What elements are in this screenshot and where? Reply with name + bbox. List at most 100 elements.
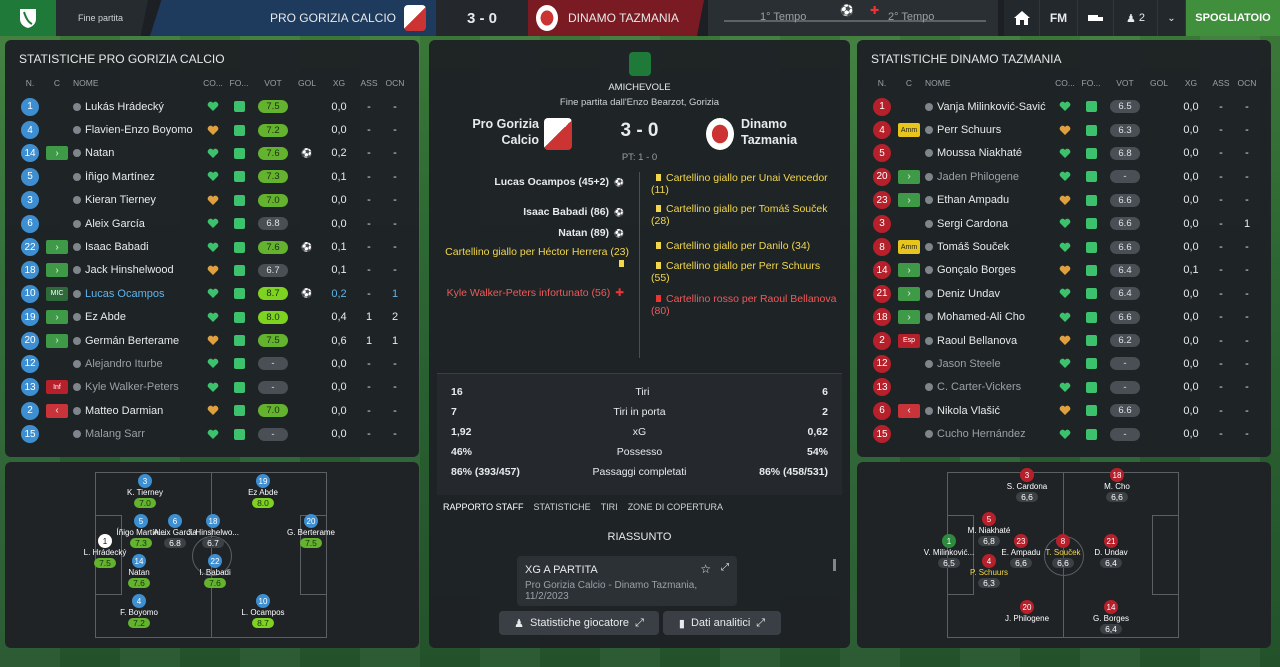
pitch-player[interactable]: 14 G. Borges 6,4 (1083, 600, 1139, 634)
player-name[interactable]: Isaac Babadi (73, 241, 201, 253)
col-vot[interactable]: VOT (253, 78, 293, 88)
player-row[interactable]: 12 Alejandro Iturbe - 0,0 - - (5, 352, 419, 375)
col-ass[interactable]: ASS (1209, 78, 1233, 88)
chevron-down-icon[interactable]: ⌄ (1158, 0, 1186, 36)
tab-statistiche[interactable]: STATISTICHE (534, 502, 591, 512)
pitch-player[interactable]: 18 J. Hinshelwo... 6.7 (185, 514, 241, 548)
player-row[interactable]: 1 Vanja Milinković-Savić 6.5 0,0 - - (857, 95, 1271, 118)
player-row[interactable]: 3 Sergi Cardona 6.6 0,0 - 1 (857, 212, 1271, 235)
col-c[interactable]: C (41, 78, 73, 88)
player-row[interactable]: 14 › Gonçalo Borges 6.4 0,1 - - (857, 259, 1271, 282)
col-fo[interactable]: FO... (225, 78, 253, 88)
player-name[interactable]: Raoul Bellanova (925, 335, 1053, 347)
club-logo-icon[interactable] (0, 0, 56, 36)
player-name[interactable]: Perr Schuurs (925, 124, 1053, 136)
pitch-player[interactable]: 14 Natan 7.6 (111, 554, 167, 588)
scrollbar[interactable] (833, 559, 836, 571)
player-row[interactable]: 15 Cucho Hernández - 0,0 - - (857, 422, 1271, 445)
col-gol[interactable]: GOL (1145, 78, 1173, 88)
player-name[interactable]: Kyle Walker-Peters (73, 381, 201, 393)
player-name[interactable]: Germán Berterame (73, 335, 201, 347)
pitch-player[interactable]: 18 M. Cho 6,6 (1089, 468, 1145, 502)
player-name[interactable]: Natan (73, 147, 201, 159)
player-name[interactable]: Lukás Hrádecký (73, 101, 201, 113)
player-row[interactable]: 3 Kieran Tierney 7.0 0,0 - - (5, 189, 419, 212)
player-name[interactable]: Ez Abde (73, 311, 201, 323)
player-name[interactable]: Jack Hinshelwood (73, 264, 201, 276)
col-xg[interactable]: XG (321, 78, 357, 88)
player-row[interactable]: 20 › Germán Berterame 7.5 0,6 1 1 (5, 329, 419, 352)
player-row[interactable]: 18 › Mohamed-Ali Cho 6.6 0,0 - - (857, 306, 1271, 329)
pitch-player[interactable]: 21 D. Undav 6,4 (1083, 534, 1139, 568)
player-name[interactable]: Jaden Philogene (925, 171, 1053, 183)
col-ocn[interactable]: OCN (381, 78, 409, 88)
player-name[interactable]: Lucas Ocampos (73, 288, 201, 300)
player-name[interactable]: Flavien-Enzo Boyomo (73, 124, 201, 136)
player-row[interactable]: 5 Moussa Niakhaté 6.8 0,0 - - (857, 142, 1271, 165)
expand-icon[interactable]: ⤢ (721, 562, 729, 573)
col-n[interactable]: N. (871, 78, 893, 88)
tab-tiri[interactable]: TIRI (601, 502, 618, 512)
col-vot[interactable]: VOT (1105, 78, 1145, 88)
player-row[interactable]: 22 › Isaac Babadi 7.6 ⚽ 0,1 - - (5, 235, 419, 258)
pitch-player[interactable]: 20 G. Berterame 7.5 (283, 514, 339, 548)
player-name[interactable]: Ethan Ampadu (925, 194, 1053, 206)
player-row[interactable]: 8 Amm Tomáš Souček 6.6 0,0 - - (857, 235, 1271, 258)
player-row[interactable]: 6 Aleix García 6.8 0,0 - - (5, 212, 419, 235)
col-xg[interactable]: XG (1173, 78, 1209, 88)
pitch-player[interactable]: 4 F. Boyomo 7.2 (111, 594, 167, 628)
col-co[interactable]: CO... (1053, 78, 1077, 88)
col-c[interactable]: C (893, 78, 925, 88)
player-name[interactable]: Nikola Vlašić (925, 405, 1053, 417)
col-gol[interactable]: GOL (293, 78, 321, 88)
col-fo[interactable]: FO... (1077, 78, 1105, 88)
player-name[interactable]: C. Carter-Vickers (925, 381, 1053, 393)
player-name[interactable]: Moussa Niakhaté (925, 147, 1053, 159)
player-name[interactable]: Aleix García (73, 218, 201, 230)
player-name[interactable]: Mohamed-Ali Cho (925, 311, 1053, 323)
player-name[interactable]: Alejandro Iturbe (73, 358, 201, 370)
player-row[interactable]: 2 Esp Raoul Bellanova 6.2 0,0 - - (857, 329, 1271, 352)
pitch-player[interactable]: 22 I. Babadi 7.6 (187, 554, 243, 588)
player-stats-button[interactable]: ♟ Statistiche giocatore ⤢ (499, 611, 659, 635)
player-row[interactable]: 2 ‹ Matteo Darmian 7.0 0,0 - - (5, 399, 419, 422)
fm-menu-button[interactable]: FM (1040, 0, 1078, 36)
player-name[interactable]: Tomáš Souček (925, 241, 1053, 253)
transfer-icon[interactable] (1078, 0, 1114, 36)
users-indicator[interactable]: ♟ 2 (1114, 0, 1158, 36)
player-row[interactable]: 19 › Ez Abde 8.0 0,4 1 2 (5, 306, 419, 329)
player-row[interactable]: 18 › Jack Hinshelwood 6.7 0,1 - - (5, 259, 419, 282)
tab-rapporto-staff[interactable]: RAPPORTO STAFF (443, 502, 524, 512)
player-name[interactable]: Vanja Milinković-Savić (925, 101, 1053, 113)
col-name[interactable]: NOME (925, 78, 1053, 88)
player-name[interactable]: Deniz Undav (925, 288, 1053, 300)
player-row[interactable]: 5 Íñigo Martínez 7.3 0,1 - - (5, 165, 419, 188)
pitch-player[interactable]: 19 Ez Abde 8.0 (235, 474, 291, 508)
pitch-player[interactable]: 10 L. Ocampos 8.7 (235, 594, 291, 628)
player-row[interactable]: 4 Amm Perr Schuurs 6.3 0,0 - - (857, 118, 1271, 141)
pitch-player[interactable]: 4 P. Schuurs 6,3 (961, 554, 1017, 588)
xg-card[interactable]: XG A PARTITA Pro Gorizia Calcio - Dinamo… (517, 556, 737, 606)
player-name[interactable]: Gonçalo Borges (925, 264, 1053, 276)
col-ass[interactable]: ASS (357, 78, 381, 88)
col-ocn[interactable]: OCN (1233, 78, 1261, 88)
analytics-button[interactable]: ▮ Dati analitici ⤢ (663, 611, 781, 635)
player-row[interactable]: 12 Jason Steele - 0,0 - - (857, 352, 1271, 375)
pitch-player[interactable]: 20 J. Philogene (999, 600, 1055, 623)
player-row[interactable]: 14 › Natan 7.6 ⚽ 0,2 - - (5, 142, 419, 165)
player-row[interactable]: 23 › Ethan Ampadu 6.6 0,0 - - (857, 189, 1271, 212)
col-name[interactable]: NOME (73, 78, 201, 88)
player-name[interactable]: Kieran Tierney (73, 194, 201, 206)
player-name[interactable]: Íñigo Martínez (73, 171, 201, 183)
player-row[interactable]: 13 C. Carter-Vickers - 0,0 - - (857, 376, 1271, 399)
player-name[interactable]: Malang Sarr (73, 428, 201, 440)
col-n[interactable]: N. (19, 78, 41, 88)
continue-button[interactable]: SPOGLIATOIO (1186, 0, 1280, 36)
player-row[interactable]: 4 Flavien-Enzo Boyomo 7.2 0,0 - - (5, 118, 419, 141)
player-name[interactable]: Sergi Cardona (925, 218, 1053, 230)
pitch-player[interactable]: 3 S. Cardona 6,6 (999, 468, 1055, 502)
player-row[interactable]: 6 ‹ Nikola Vlašić 6.6 0,0 - - (857, 399, 1271, 422)
player-row[interactable]: 21 › Deniz Undav 6.4 0,0 - - (857, 282, 1271, 305)
col-co[interactable]: CO... (201, 78, 225, 88)
star-icon[interactable]: ☆ (700, 562, 711, 576)
